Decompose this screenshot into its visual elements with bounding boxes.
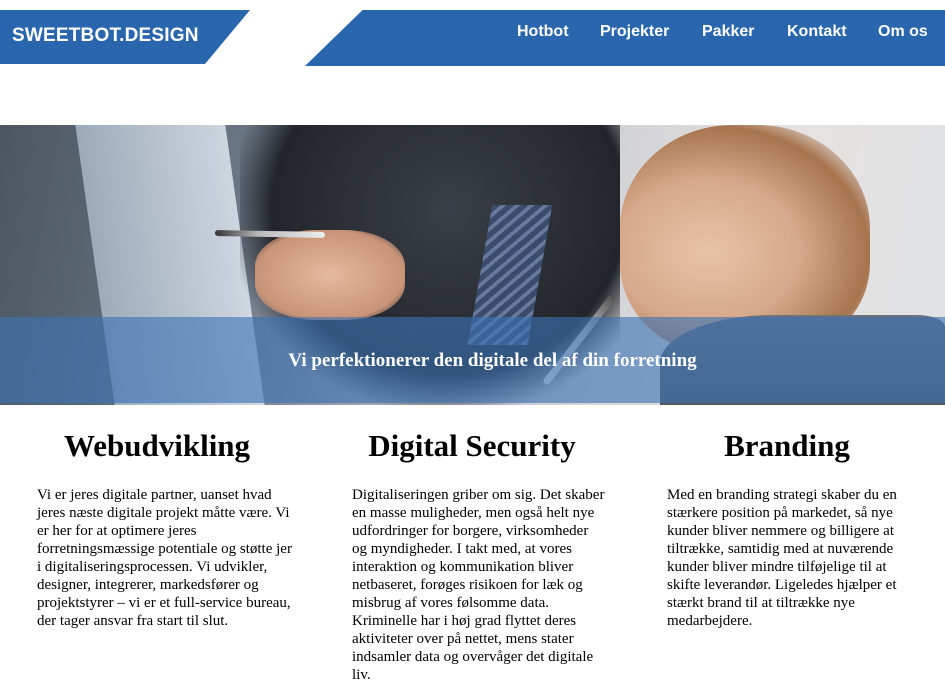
hand-shape: [255, 230, 405, 320]
column-text: Med en branding strategi skaber du en st…: [667, 487, 897, 629]
nav-item-pakker[interactable]: Pakker: [702, 23, 755, 41]
nav-item-projekter[interactable]: Projekter: [600, 23, 669, 41]
column-title: Branding: [724, 428, 850, 463]
column-text: Vi er jeres digitale partner, uanset hva…: [37, 487, 292, 629]
column-branding: Branding Med en branding strategi skaber…: [667, 428, 907, 629]
column-title: Webudvikling: [63, 428, 251, 463]
nav-item-kontakt[interactable]: Kontakt: [787, 23, 847, 41]
column-digital-security: Digital Security Digitaliseringen griber…: [352, 428, 604, 683]
column-text: Digitaliseringen griber om sig. Det skab…: [352, 487, 605, 683]
hero-caption: Vi perfektionerer den digitale del af di…: [288, 350, 697, 371]
site-logo[interactable]: SWEETBOT.DESIGN: [12, 25, 199, 47]
nav-item-hotbot[interactable]: Hotbot: [517, 23, 569, 41]
nav-item-om-os[interactable]: Om os: [878, 23, 928, 41]
column-title: Digital Security: [368, 428, 576, 463]
column-webudvikling: Webudvikling Vi er jeres digitale partne…: [37, 428, 292, 629]
